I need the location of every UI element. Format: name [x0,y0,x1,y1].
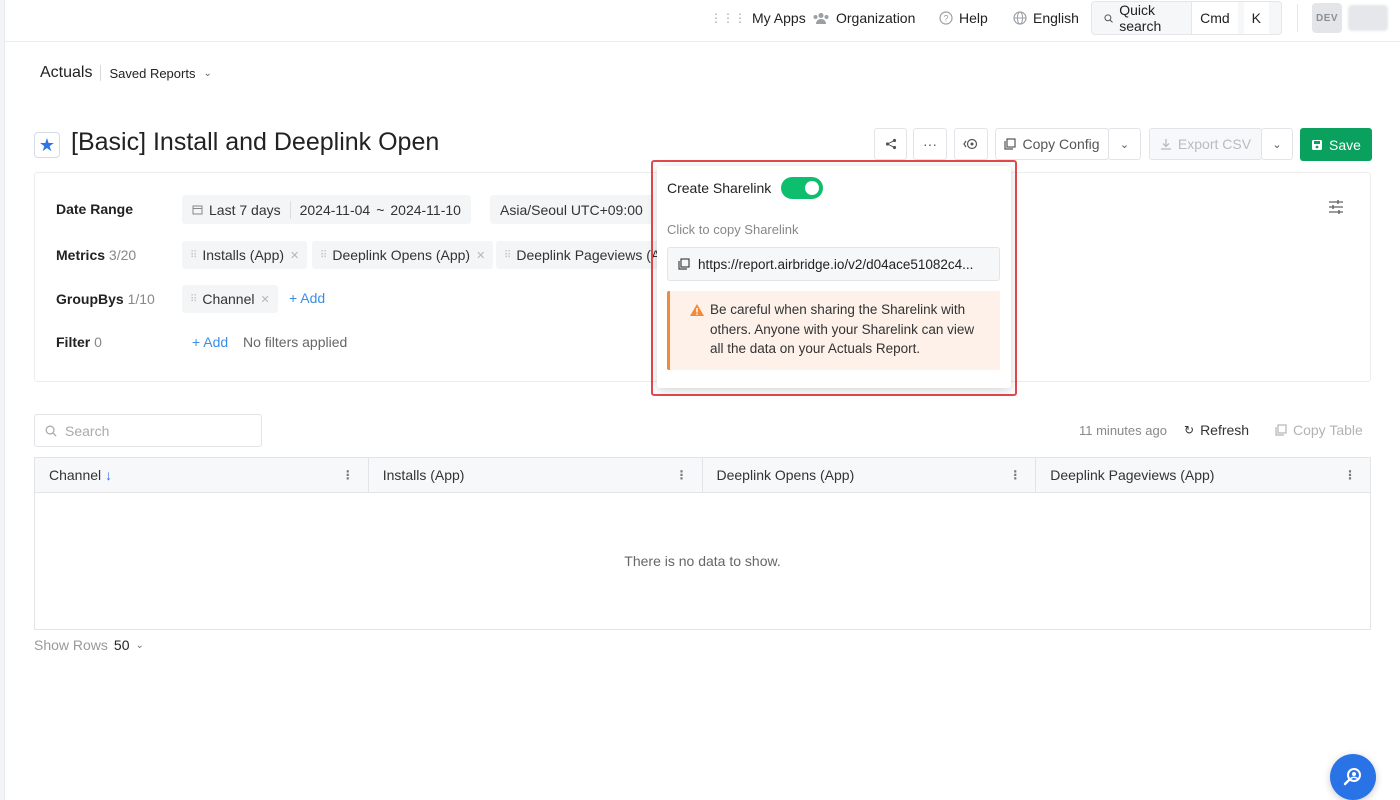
share-icon [885,138,896,150]
copy-config-dropdown[interactable]: ⌄ [1108,128,1141,160]
chevron-down-icon: ⌄ [203,67,212,79]
export-csv-button[interactable]: Export CSV [1149,128,1262,160]
groupbys-label: GroupBys 1/10 [56,291,155,307]
export-csv-dropdown[interactable]: ⌄ [1261,128,1293,160]
save-icon [1312,139,1323,150]
divider [289,200,291,219]
organization-button[interactable]: Organization [812,0,915,35]
table-header: Channel ↓ ⋮ Installs (App) ⋮ Deeplink Ope… [34,457,1371,493]
globe-icon [1013,10,1027,25]
download-icon [1160,139,1171,150]
sharelink-title: Create Sharelink [667,177,824,199]
view-button[interactable] [954,128,988,160]
filter-label: Filter 0 [56,334,102,350]
add-filter-button[interactable]: + Add [192,334,228,350]
more-options-button[interactable]: ··· [913,128,947,160]
sliders-icon[interactable] [1328,199,1344,219]
search-user-icon [1343,768,1361,786]
drag-handle-icon[interactable]: ⠿ [320,250,327,261]
metric-chip-installs[interactable]: ⠿ Installs (App) ✕ [182,241,308,269]
groupby-chip-channel[interactable]: ⠿ Channel ✕ [182,285,278,313]
column-menu-icon[interactable]: ⋮ [1009,468,1021,482]
people-icon [813,12,829,24]
avatar[interactable] [1348,5,1388,31]
show-rows-select[interactable]: Show Rows 50 ⌄ [34,637,144,653]
chevron-down-icon: ⌄ [1272,138,1282,151]
question-icon: ? [939,10,953,25]
column-menu-icon[interactable]: ⋮ [1344,468,1356,482]
quick-search-button[interactable]: Quick search Cmd K [1091,1,1282,35]
help-button[interactable]: ? Help [939,0,988,35]
copy-icon [1004,138,1017,150]
my-apps-button[interactable]: ⋮⋮⋮ My Apps [710,0,806,35]
grid-icon: ⋮⋮⋮ [710,10,746,25]
sharelink-url-button[interactable]: https://report.airbridge.io/v2/d04ace510… [667,247,1000,281]
copy-config-button[interactable]: Copy Config [995,128,1109,160]
language-button[interactable]: English [1013,0,1079,35]
date-range-label: Date Range [56,201,134,217]
metric-chip-deeplink-pageviews[interactable]: ⠿ Deeplink Pageviews (A [496,241,669,269]
refresh-button[interactable]: ↻ Refresh [1184,422,1249,438]
column-header-deeplink-opens[interactable]: Deeplink Opens (App) ⋮ [703,458,1037,492]
env-badge: DEV [1312,3,1342,33]
filter-empty-text: No filters applied [243,334,348,350]
copy-icon [1275,424,1287,436]
remove-icon[interactable]: ✕ [290,249,299,262]
save-button[interactable]: Save [1300,128,1372,161]
chevron-down-icon: ⌄ [1119,138,1130,151]
copy-table-button[interactable]: Copy Table [1275,422,1363,438]
svg-text:?: ? [943,13,948,23]
share-button[interactable] [874,128,907,160]
column-header-installs[interactable]: Installs (App) ⋮ [369,458,703,492]
sharelink-popup: Create Sharelink Click to copy Sharelink… [657,166,1011,388]
sharelink-hint: Click to copy Sharelink [667,222,799,237]
column-menu-icon[interactable]: ⋮ [676,468,688,482]
column-menu-icon[interactable]: ⋮ [342,468,354,482]
remove-icon[interactable]: ✕ [260,293,269,306]
top-bar: ⋮⋮⋮ My Apps Organization ? Help English … [5,0,1400,42]
divider [1297,4,1298,32]
date-range-picker[interactable]: Last 7 days 2024-11-04 ~ 2024-11-10 [182,195,471,224]
warning-icon [690,304,704,316]
breadcrumb: Actuals Saved Reports ⌄ [40,64,212,82]
table-empty-state: There is no data to show. [34,493,1371,630]
ellipsis-icon: ··· [923,136,937,152]
saved-reports-dropdown[interactable]: Saved Reports [109,66,195,81]
shortcut-k: K [1243,2,1269,34]
drag-handle-icon[interactable]: ⠿ [190,294,197,305]
metrics-label: Metrics 3/20 [56,247,137,263]
sharelink-warning: Be careful when sharing the Sharelink wi… [667,291,1000,370]
add-groupby-button[interactable]: + Add [289,290,325,306]
refresh-icon: ↻ [1184,423,1195,437]
breadcrumb-actuals[interactable]: Actuals [40,64,92,82]
support-search-button[interactable] [1330,754,1376,800]
search-icon [45,425,57,437]
column-header-channel[interactable]: Channel ↓ ⋮ [35,458,369,492]
search-icon [1104,13,1113,23]
page-title: [Basic] Install and Deeplink Open [71,128,440,156]
favorite-star-icon[interactable]: ★ [34,132,60,158]
column-header-deeplink-pageviews[interactable]: Deeplink Pageviews (App) ⋮ [1036,458,1370,492]
drag-handle-icon[interactable]: ⠿ [190,250,197,261]
copy-icon [678,258,690,270]
sort-desc-icon[interactable]: ↓ [105,467,112,483]
shortcut-cmd: Cmd [1191,2,1238,34]
sharelink-toggle[interactable] [781,177,824,199]
left-edge [0,0,5,800]
metric-chip-deeplink-opens[interactable]: ⠿ Deeplink Opens (App) ✕ [312,241,494,269]
last-updated-text: 11 minutes ago [1079,423,1167,438]
chevron-down-icon: ⌄ [135,639,144,651]
remove-icon[interactable]: ✕ [476,249,485,262]
target-icon [963,138,978,150]
timezone-select[interactable]: Asia/Seoul UTC+09:00 [490,195,653,224]
calendar-icon [192,205,203,215]
drag-handle-icon[interactable]: ⠿ [504,250,511,261]
table-search-input[interactable]: Search [34,414,262,447]
divider [100,65,102,81]
